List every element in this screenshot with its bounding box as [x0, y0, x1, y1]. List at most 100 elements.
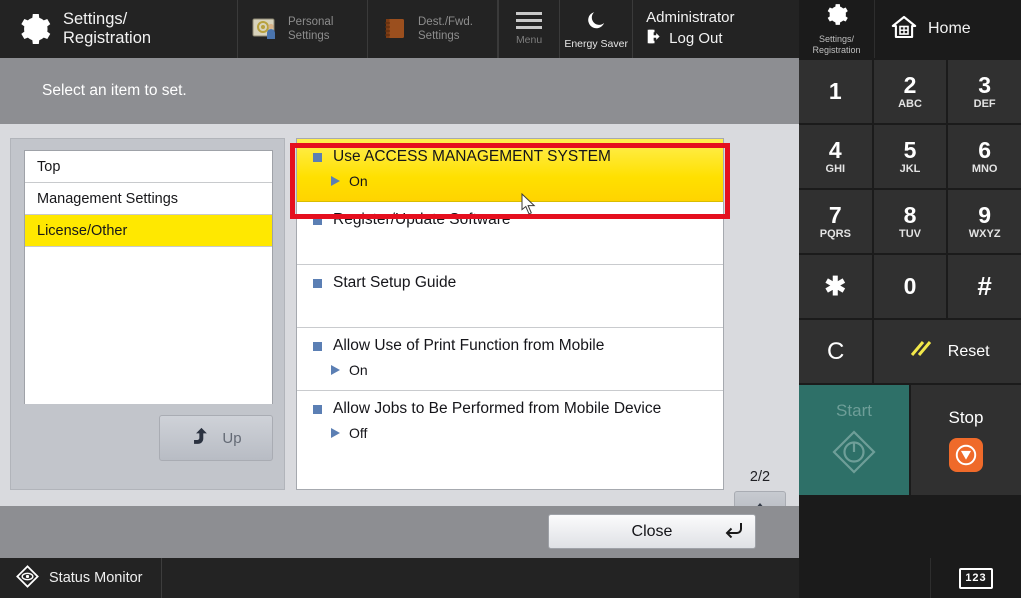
clear-button-label: C [826, 337, 845, 365]
bullet-square-icon [313, 278, 322, 288]
settings-registration-title: Settings/ Registration [0, 0, 238, 58]
key-number: 0 [903, 273, 917, 299]
content-area: Top Management Settings License/Other Up… [0, 124, 799, 567]
log-out-icon [646, 28, 663, 49]
bullet-triangle-icon [331, 365, 340, 375]
numeric-keys-toggle-button[interactable]: 123 [931, 558, 1021, 598]
bullet-triangle-icon [331, 428, 340, 438]
sidebar-list: Top Management Settings License/Other [24, 150, 273, 404]
start-button[interactable]: Start [799, 385, 909, 495]
menu-button[interactable]: Menu [499, 0, 561, 58]
key-number: ✱ [824, 271, 847, 301]
key-3[interactable]: 3 DEF [948, 60, 1021, 123]
tab-dest-fwd-settings[interactable]: Dest./Fwd. Settings [368, 0, 498, 58]
stop-button[interactable]: Stop [911, 385, 1021, 495]
sidebar-item-management-settings[interactable]: Management Settings [25, 183, 272, 215]
list-item-title: Use ACCESS MANAGEMENT SYSTEM [333, 148, 611, 165]
key-number: 6 [978, 136, 992, 163]
gear-icon [824, 2, 849, 32]
list-item-value: On [349, 362, 368, 378]
key-letters: PQRS [819, 227, 851, 240]
clear-reset-row: C Reset [799, 320, 1021, 383]
home-button[interactable]: Home [875, 0, 1021, 58]
tab-dest-fwd-settings-label: Dest./Fwd. Settings [418, 16, 473, 42]
sidebar-empty-space [25, 247, 272, 404]
energy-saver-button[interactable]: Energy Saver [560, 0, 634, 58]
status-bar: Status Monitor [0, 558, 799, 598]
clear-button[interactable]: C [799, 320, 873, 383]
hardware-key-panel: Settings/ Registration Home 1 2 ABC 3 DE… [799, 0, 1021, 598]
key-8[interactable]: 8 TUV [873, 190, 947, 253]
up-button[interactable]: Up [159, 415, 273, 461]
tab-personal-settings-label: Personal Settings [288, 16, 334, 42]
key-letters: DEF [973, 97, 996, 110]
sidebar-item-label: Management Settings [37, 190, 179, 207]
reset-button[interactable]: Reset [874, 320, 1021, 383]
key-asterisk[interactable]: ✱ [799, 255, 872, 318]
start-button-label: Start [836, 400, 872, 420]
list-item-title-wrap: Register/Update Software [313, 211, 723, 229]
list-item-value: On [349, 173, 368, 189]
list-item-allow-use-of-print-function-from-mobile[interactable]: Allow Use of Print Function from Mobile … [297, 328, 723, 391]
list-item-register-update-software[interactable]: Register/Update Software [297, 202, 723, 265]
numeric-keypad: 1 2 ABC 3 DEF 4 GHI 5 JKL 6 MNO 7 PQRS 8… [799, 58, 1021, 318]
sidebar-item-label: Top [37, 158, 61, 175]
key-number: 2 [903, 71, 917, 98]
list-item-value-wrap: On [331, 173, 723, 189]
sidebar-item-license-other[interactable]: License/Other [25, 215, 272, 247]
list-item-title-wrap: Allow Jobs to Be Performed from Mobile D… [313, 400, 723, 418]
key-number: 8 [903, 201, 917, 228]
list-item-value-wrap: On [331, 362, 723, 378]
energy-saver-label: Energy Saver [564, 37, 628, 50]
key-number: 1 [828, 78, 842, 104]
sidebar-item-top[interactable]: Top [25, 151, 272, 183]
settings-registration-hard-label: Settings/ Registration [812, 34, 861, 55]
moon-icon [585, 9, 608, 35]
list-item-title: Allow Jobs to Be Performed from Mobile D… [333, 400, 662, 417]
menu-label: Menu [515, 34, 543, 46]
bullet-triangle-icon [331, 176, 340, 186]
printer-control-panel: Settings/ Registration Personal Settings [0, 0, 1021, 598]
reset-button-label: Reset [947, 342, 990, 360]
key-letters: WXYZ [968, 227, 1001, 240]
log-out-button[interactable]: Log Out [646, 28, 799, 49]
list-item-start-setup-guide[interactable]: Start Setup Guide [297, 265, 723, 328]
list-item-title-wrap: Use ACCESS MANAGEMENT SYSTEM [313, 148, 723, 166]
address-book-icon [382, 16, 410, 42]
list-item-allow-jobs-to-be-performed-from-mobile-device[interactable]: Allow Jobs to Be Performed from Mobile D… [297, 391, 723, 454]
status-monitor-label: Status Monitor [49, 570, 143, 586]
status-monitor-icon [16, 564, 39, 592]
list-item-title-wrap: Start Setup Guide [313, 274, 723, 292]
status-monitor-button[interactable]: Status Monitor [0, 558, 162, 598]
tab-personal-settings[interactable]: Personal Settings [238, 0, 368, 58]
key-9[interactable]: 9 WXYZ [948, 190, 1021, 253]
key-1[interactable]: 1 [799, 60, 872, 123]
reset-icon [906, 339, 936, 364]
list-item-use-access-management-system[interactable]: Use ACCESS MANAGEMENT SYSTEM On [297, 139, 723, 202]
user-section: Administrator Log Out [633, 0, 799, 58]
log-out-label: Log Out [669, 30, 723, 47]
key-7[interactable]: 7 PQRS [799, 190, 872, 253]
key-letters: MNO [971, 162, 998, 175]
gear-icon [16, 11, 52, 47]
start-stop-row: Start Stop [799, 385, 1021, 495]
return-arrow-icon [723, 522, 743, 543]
key-hash[interactable]: # [948, 255, 1021, 318]
touch-screen-panel: Settings/ Registration Personal Settings [0, 0, 799, 598]
page-indicator: 2/2 [749, 469, 771, 485]
key-0[interactable]: 0 [873, 255, 947, 318]
key-5[interactable]: 5 JKL [873, 125, 947, 188]
key-letters: JKL [899, 162, 921, 175]
list-item-value: Off [349, 425, 368, 441]
top-header-bar: Settings/ Registration Personal Settings [0, 0, 799, 58]
bullet-square-icon [313, 215, 322, 225]
key-4[interactable]: 4 GHI [799, 125, 872, 188]
close-button[interactable]: Close [548, 514, 756, 549]
key-6[interactable]: 6 MNO [948, 125, 1021, 188]
key-2[interactable]: 2 ABC [873, 60, 947, 123]
numeric-keys-icon: 123 [959, 567, 993, 589]
key-number: 7 [828, 201, 842, 228]
home-button-label: Home [928, 20, 971, 37]
settings-registration-hard-button[interactable]: Settings/ Registration [799, 0, 875, 58]
personal-settings-icon [252, 16, 280, 42]
